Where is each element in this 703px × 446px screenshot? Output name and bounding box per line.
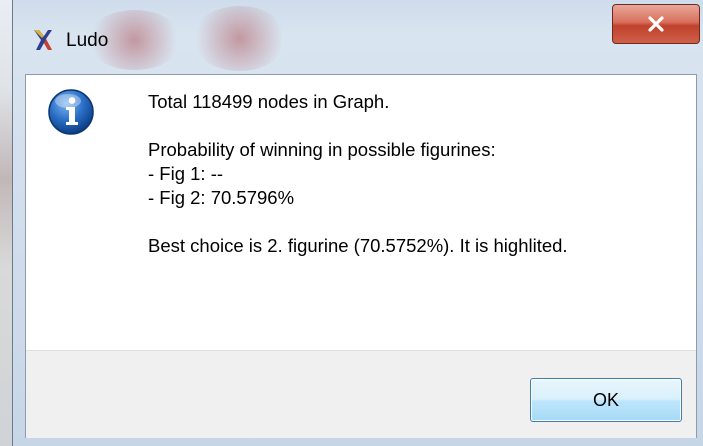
message-dialog: Ludo Total 118499 nodes in Graph. Probab…	[0, 0, 703, 446]
message-line: - Fig 2: 70.5796%	[148, 187, 295, 208]
ok-button[interactable]: OK	[530, 378, 682, 422]
message-line: Total 118499 nodes in Graph.	[148, 91, 390, 112]
background-edge	[0, 0, 12, 446]
dialog-content-area: Total 118499 nodes in Graph. Probability…	[25, 74, 697, 438]
message-line: Best choice is 2. figurine (70.5752%). I…	[148, 235, 568, 256]
button-bar: OK	[26, 350, 696, 438]
title-bar[interactable]: Ludo	[12, 0, 703, 74]
title-bar-glass-highlight	[192, 6, 287, 71]
close-button[interactable]	[612, 4, 700, 44]
message-line: Probability of winning in possible figur…	[148, 139, 496, 160]
information-icon	[46, 87, 96, 137]
window-title: Ludo	[66, 30, 109, 51]
message-text: Total 118499 nodes in Graph. Probability…	[148, 90, 568, 258]
close-icon	[648, 16, 664, 32]
ludo-app-icon	[32, 28, 54, 52]
message-line: - Fig 1: --	[148, 163, 224, 184]
